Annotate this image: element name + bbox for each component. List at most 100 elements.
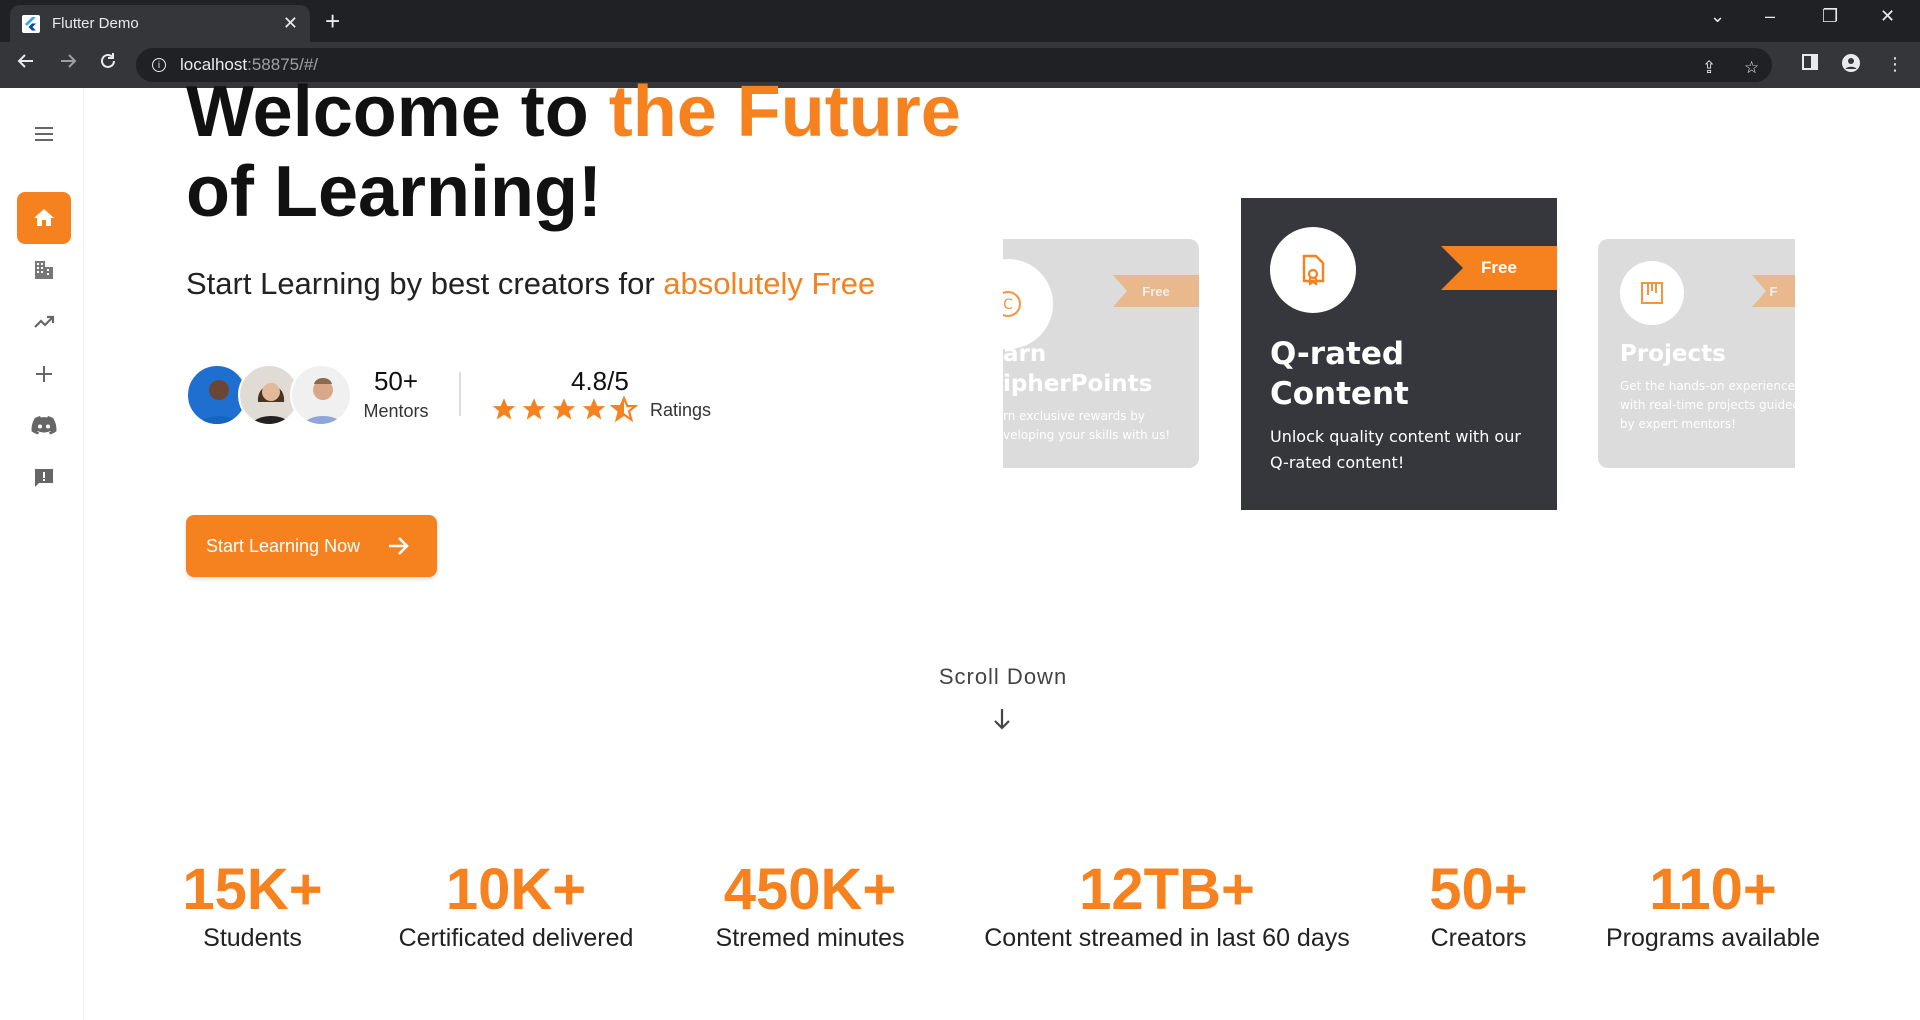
stat-divider [459,372,461,416]
free-ribbon: Free [1113,275,1199,307]
hero-title: Welcome to the Future of Learning! [186,72,1006,232]
profile-icon[interactable] [1842,54,1860,77]
card-title: Projects [1620,341,1726,367]
forward-button[interactable] [58,51,78,77]
stat-content-streamed: 12TB+ Content streamed in last 60 days [970,858,1364,953]
mentors-count: 50+ [373,366,419,396]
board-icon [1641,282,1663,304]
stat-label: Programs available [1606,924,1820,952]
buildings-icon [35,261,53,279]
card-title-line1: Q-rated [1270,336,1405,372]
ratings-label: Ratings [650,400,712,420]
back-button[interactable] [16,51,36,77]
card-desc-line1: rn exclusive rewards by [1003,409,1145,423]
side-panel-icon[interactable] [1802,54,1818,75]
hero-title-part2: of Learning! [186,152,602,232]
stat-number: 110+ [1649,857,1777,922]
site-info-icon[interactable]: i [152,58,166,72]
share-icon[interactable]: ⇪ [1702,58,1716,78]
stat-label: Stremed minutes [715,924,905,952]
browser-tab[interactable]: Flutter Demo ✕ [10,5,310,42]
stat-minutes: 450K+ Stremed minutes [700,858,920,953]
card-qrated-content[interactable]: Free Q-rated Content Unlock quality cont… [1241,198,1557,510]
arrow-right-icon [389,537,409,555]
stat-number: 10K+ [445,857,587,922]
subtitle-highlight: absolutely Free [663,266,876,301]
restore-button[interactable]: ❐ [1822,6,1838,27]
sidebar-item-add[interactable] [17,348,71,400]
card-title: Q-rated Content [1270,334,1409,414]
trending-up-icon [34,315,55,328]
card-icon-circle [1620,261,1684,325]
minimize-button[interactable]: – [1765,6,1775,27]
stat-label: Content streamed in last 60 days [984,924,1350,952]
browser-tabstrip: Flutter Demo ✕ + ⌄ – ❐ ✕ [0,0,1920,42]
card-icon-circle [1270,227,1356,313]
mentors-label: Mentors [363,401,429,421]
feedback-icon [35,469,53,487]
tab-search-icon[interactable]: ⌄ [1710,6,1725,27]
sidebar-item-home[interactable] [17,192,71,244]
card-desc: Unlock quality content with our Q-rated … [1270,424,1521,476]
card-title-line2: Content [1270,376,1409,412]
home-icon [34,209,54,226]
sidebar-item-discord[interactable] [17,400,71,452]
svg-text:C: C [1003,297,1013,313]
rating-value: 4.8/5 [571,366,629,396]
card-desc-line3: by expert mentors! [1620,417,1736,431]
stat-label: Creators [1430,924,1527,952]
hero-title-highlight: the Future [608,72,961,152]
card-title-line1: arn [1003,341,1047,367]
card-desc: rn exclusive rewards by veloping your sk… [1003,407,1170,445]
card-desc-line2: with real-time projects guided [1620,398,1795,412]
star-icon [492,398,516,420]
new-tab-button[interactable]: + [325,8,340,34]
start-learning-button[interactable]: Start Learning Now [186,515,437,577]
coin-icon: C [1003,291,1021,317]
arrow-down-icon [994,709,1010,730]
free-ribbon: Free [1441,246,1557,290]
flutter-favicon-icon [22,14,40,33]
mentor-avatars [186,364,352,426]
card-cipherpoints[interactable]: C Free arn ipherPoints rn exclusive rewa… [1003,239,1199,468]
card-projects[interactable]: F Projects Get the hands-on experience w… [1598,239,1795,468]
card-desc-line2: Q-rated content! [1270,453,1405,472]
stat-label: Students [203,924,302,952]
star-icon [582,398,606,420]
close-window-button[interactable]: ✕ [1880,6,1895,27]
free-ribbon: F [1752,275,1795,307]
plus-icon [36,366,52,382]
sidebar-item-trending[interactable] [17,296,71,348]
sidebar-item-buildings[interactable] [17,244,71,296]
star-icon [522,398,546,420]
stat-number: 450K+ [723,857,897,922]
stat-number: 50+ [1429,857,1528,922]
content-file-icon [1302,254,1325,286]
card-desc-line1: Get the hands-on experience [1620,379,1795,393]
rating-stars [490,396,638,423]
stat-creators: 50+ Creators [1400,858,1557,953]
avatar [290,364,352,426]
sidebar-item-feedback[interactable] [17,452,71,504]
hero-title-part1: Welcome to [186,72,609,152]
bookmark-star-icon[interactable]: ☆ [1744,58,1759,78]
stat-students: 15K+ Students [170,858,335,953]
half-star-icon [610,396,638,423]
stat-label: Certificated delivered [398,924,634,952]
star-icon [552,398,576,420]
menu-kebab-icon[interactable]: ⋮ [1886,54,1904,75]
tab-title: Flutter Demo [52,15,139,32]
stat-number: 15K+ [182,857,323,922]
reload-button[interactable] [98,51,118,77]
sidebar [0,88,84,1020]
card-title-line2: ipherPoints [1003,371,1153,397]
card-desc-line2: veloping your skills with us! [1003,428,1171,442]
mentors-stat: 50+ Mentors [360,366,432,422]
stat-number: 12TB+ [1079,857,1255,922]
card-icon-circle: C [1003,259,1053,349]
subtitle-part1: Start Learning by best creators for [186,266,664,301]
scroll-down-label: Scroll Down [938,664,1068,689]
stat-certificates: 10K+ Certificated delivered [386,858,646,953]
tab-close-icon[interactable]: ✕ [283,13,298,34]
menu-icon[interactable] [17,108,71,160]
